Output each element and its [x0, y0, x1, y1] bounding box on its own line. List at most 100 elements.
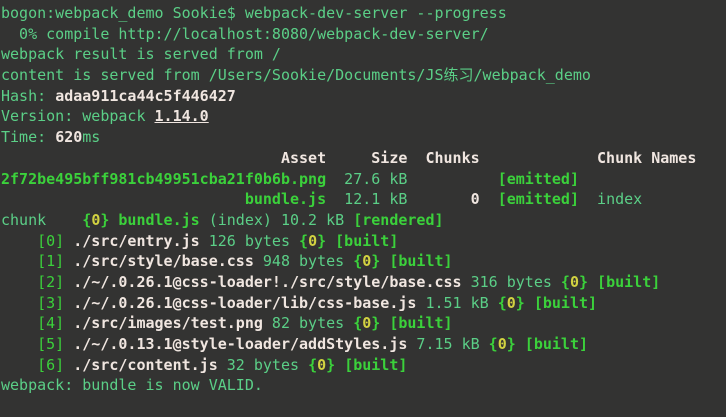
terminal-line: [4] ./src/images/test.png 82 bytes {0} […	[1, 313, 726, 334]
text-segment: }	[326, 356, 335, 374]
text-segment: 126 bytes	[200, 232, 299, 250]
text-segment: 0% compile http://localhost:8080/webpack…	[1, 25, 489, 43]
text-segment: adaa911ca44c5f446427	[55, 87, 236, 105]
text-segment: ./~/.0.13.1@style-loader/addStyles.js	[73, 335, 407, 353]
text-segment: bundle.js	[118, 211, 199, 229]
text-segment: (index) 10.2 kB	[200, 211, 354, 229]
terminal-line: Time: 620ms	[1, 127, 726, 148]
text-segment: 1.14.0	[155, 107, 209, 125]
text-segment: {	[353, 252, 362, 270]
text-segment	[335, 356, 344, 374]
text-segment: ./src/content.js	[73, 356, 218, 374]
terminal-line: [0] ./src/entry.js 126 bytes {0} [built]	[1, 231, 726, 252]
text-segment: 0	[498, 335, 507, 353]
text-segment: {	[82, 211, 91, 229]
text-segment: content is served from /Users/Sookie/Doc…	[1, 66, 591, 84]
text-segment	[1, 314, 37, 332]
text-segment: [5]	[37, 335, 64, 353]
text-segment: ./src/style/base.css	[73, 252, 254, 270]
text-segment: ./~/.0.26.1@css-loader/lib/css-base.js	[73, 294, 416, 312]
text-segment: bundle.js	[245, 190, 326, 208]
text-segment: }	[507, 335, 516, 353]
text-segment: 0	[507, 294, 516, 312]
text-segment: }	[579, 273, 588, 291]
text-segment: {	[498, 294, 507, 312]
text-segment: 82 bytes	[263, 314, 353, 332]
terminal-line: webpack: bundle is now VALID.	[1, 375, 726, 396]
text-segment	[516, 335, 525, 353]
text-segment: [built]	[597, 273, 660, 291]
text-segment: 620	[55, 128, 82, 146]
terminal-line: webpack result is served from /	[1, 44, 726, 65]
text-segment: ./src/images/test.png	[73, 314, 263, 332]
text-segment	[1, 232, 37, 250]
text-segment	[1, 294, 37, 312]
text-segment	[480, 190, 498, 208]
terminal-line: content is served from /Users/Sookie/Doc…	[1, 65, 726, 86]
text-segment: Version: webpack	[1, 107, 155, 125]
text-segment: 0	[570, 273, 579, 291]
text-segment	[326, 232, 335, 250]
text-segment	[588, 273, 597, 291]
terminal-line: chunk {0} bundle.js (index) 10.2 kB [ren…	[1, 210, 726, 231]
text-segment: Time:	[1, 128, 55, 146]
text-segment: {	[299, 232, 308, 250]
text-segment	[1, 252, 37, 270]
text-segment: 0	[362, 252, 371, 270]
terminal-line: [6] ./src/content.js 32 bytes {0} [built…	[1, 355, 726, 376]
text-segment: [rendered]	[353, 211, 443, 229]
text-segment: 32 bytes	[218, 356, 308, 374]
text-segment: 0	[407, 190, 479, 208]
terminal-line: Hash: adaa911ca44c5f446427	[1, 86, 726, 107]
text-segment	[64, 232, 73, 250]
text-segment	[64, 294, 73, 312]
text-segment: [1]	[37, 252, 64, 270]
text-segment: [built]	[389, 314, 452, 332]
text-segment: 316 bytes	[462, 273, 561, 291]
text-segment: 0	[362, 314, 371, 332]
text-segment	[64, 252, 73, 270]
text-segment: {	[353, 314, 362, 332]
terminal-line: bogon:webpack_demo Sookie$ webpack-dev-s…	[1, 3, 726, 24]
terminal-input-line	[1, 396, 726, 417]
terminal-line: [1] ./src/style/base.css 948 bytes {0} […	[1, 251, 726, 272]
text-segment: 12.1 kB	[326, 190, 407, 208]
text-segment	[64, 273, 73, 291]
text-segment: Hash:	[1, 87, 55, 105]
text-segment	[64, 356, 73, 374]
text-segment: ./~/.0.26.1@css-loader!./src/style/base.…	[73, 273, 461, 291]
text-segment	[380, 252, 389, 270]
terminal-line: Asset Size Chunks Chunk Names	[1, 148, 726, 169]
text-segment: {	[308, 356, 317, 374]
text-segment: [2]	[37, 273, 64, 291]
text-segment: webpack: bundle is now VALID.	[1, 376, 263, 394]
text-segment: [0]	[37, 232, 64, 250]
text-segment: 2f72be495bff981cb49951cba21f0b6b.png	[1, 170, 326, 188]
text-segment: {	[561, 273, 570, 291]
text-segment: [3]	[37, 294, 64, 312]
text-segment	[1, 335, 37, 353]
text-segment	[1, 273, 37, 291]
text-segment: }	[371, 252, 380, 270]
terminal-window[interactable]: bogon:webpack_demo Sookie$ webpack-dev-s…	[0, 0, 726, 417]
text-segment: [6]	[37, 356, 64, 374]
text-segment: [built]	[389, 252, 452, 270]
text-segment: [built]	[344, 356, 407, 374]
text-segment: index	[579, 190, 642, 208]
text-segment: 0	[317, 356, 326, 374]
text-segment: [emitted]	[498, 190, 579, 208]
text-segment: [4]	[37, 314, 64, 332]
terminal-output: bogon:webpack_demo Sookie$ webpack-dev-s…	[1, 3, 726, 396]
text-segment: [built]	[335, 232, 398, 250]
text-segment: bogon:webpack_demo Sookie$ webpack-dev-s…	[1, 4, 507, 22]
text-segment: ms	[82, 128, 100, 146]
terminal-line: [3] ./~/.0.26.1@css-loader/lib/css-base.…	[1, 293, 726, 314]
text-segment: 27.6 kB	[326, 170, 407, 188]
text-segment	[64, 335, 73, 353]
text-segment: 0	[91, 211, 100, 229]
text-segment: chunk	[1, 211, 82, 229]
text-segment: [built]	[534, 294, 597, 312]
terminal-line: 2f72be495bff981cb49951cba21f0b6b.png 27.…	[1, 169, 726, 190]
terminal-line: bundle.js 12.1 kB 0 [emitted] index	[1, 189, 726, 210]
text-segment: 1.51 kB	[416, 294, 497, 312]
